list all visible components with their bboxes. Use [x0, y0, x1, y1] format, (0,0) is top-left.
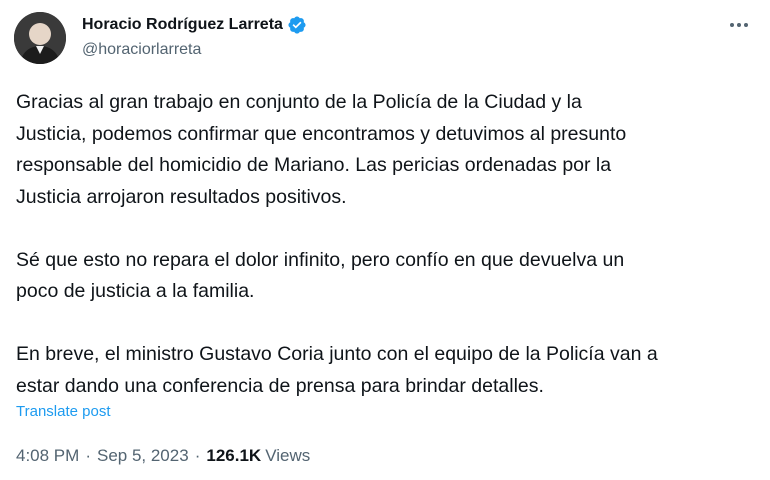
- meta-separator: ·: [85, 446, 91, 465]
- tweet-time[interactable]: 4:08 PM: [16, 446, 79, 466]
- author-block: Horacio Rodríguez Larreta @horaciorlarre…: [82, 14, 307, 59]
- views-label: Views: [265, 446, 311, 465]
- tweet-card: Horacio Rodríguez Larreta @horaciorlarre…: [0, 0, 770, 480]
- meta-separator: ·: [194, 446, 201, 465]
- tweet-meta: 4:08 PM · Sep 5, 2023 · 126.1K Views: [16, 446, 310, 466]
- tweet-date[interactable]: Sep 5, 2023: [97, 446, 189, 466]
- translate-post-link[interactable]: Translate post: [16, 403, 111, 420]
- views-count[interactable]: 126.1K: [206, 446, 261, 466]
- author-avatar[interactable]: [14, 12, 66, 64]
- avatar-photo-icon: [14, 12, 66, 64]
- tweet-text: Gracias al gran trabajo en conjunto de l…: [16, 91, 658, 397]
- more-icon[interactable]: [728, 18, 750, 32]
- verified-badge-icon[interactable]: [287, 15, 307, 35]
- author-display-name[interactable]: Horacio Rodríguez Larreta: [82, 16, 283, 34]
- name-row: Horacio Rodríguez Larreta: [82, 14, 307, 36]
- author-handle[interactable]: @horaciorlarreta: [82, 41, 307, 59]
